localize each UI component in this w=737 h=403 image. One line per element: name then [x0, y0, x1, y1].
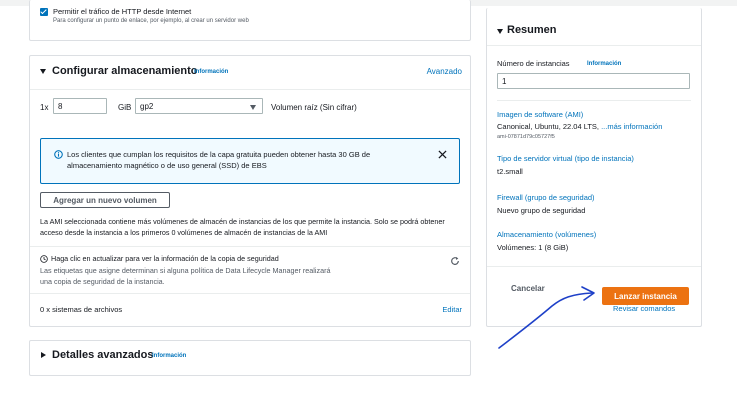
ami-value-row: Canonical, Ubuntu, 22.04 LTS, ...más inf… [497, 122, 662, 131]
storage-info-link[interactable]: Información [194, 69, 228, 75]
chevron-down-icon [250, 105, 256, 110]
expand-caret-icon[interactable] [41, 352, 46, 358]
edit-filesystems-link[interactable]: Editar [442, 305, 462, 314]
free-tier-alert-text: Los clientes que cumplan los requisitos … [67, 150, 371, 170]
volume-unit: GiB [118, 103, 132, 112]
backup-title: Haga clic en actualizar para ver la info… [51, 254, 279, 263]
instance-type-label-link[interactable]: Tipo de servidor virtual (tipo de instan… [497, 154, 634, 163]
instances-info-link[interactable]: Información [587, 61, 621, 67]
ami-label-link[interactable]: Imagen de software (AMI) [497, 110, 583, 119]
http-checkbox-description: Para configurar un punto de enlace, por … [53, 18, 249, 24]
summary-title: Resumen [507, 24, 557, 36]
summary-divider [497, 100, 691, 101]
ami-volumes-note: La AMI seleccionada contiene más volúmen… [40, 217, 445, 237]
volume-multiplier: 1x [40, 103, 49, 112]
summary-caret-icon[interactable] [497, 29, 503, 34]
instances-input[interactable]: 1 [497, 73, 690, 89]
add-volume-button[interactable]: Agregar un nuevo volumen [40, 192, 170, 208]
volume-type-value: gp2 [140, 101, 154, 111]
advanced-link[interactable]: Avanzado [427, 67, 462, 76]
collapse-caret-icon[interactable] [40, 69, 46, 74]
http-checkbox-label: Permitir el tráfico de HTTP desde Intern… [53, 7, 192, 16]
instances-label: Número de instancias [497, 59, 570, 68]
launch-instance-label: Lanzar instancia [614, 291, 677, 301]
volume-type-select[interactable]: gp2 [135, 98, 263, 114]
storage-title: Configurar almacenamiento [52, 65, 198, 77]
add-volume-label: Agregar un nuevo volumen [53, 195, 157, 205]
instance-type-value: t2.small [497, 167, 523, 176]
launch-instance-button[interactable]: Lanzar instancia [602, 287, 689, 305]
ami-id: ami-07871d79c05727f5 [497, 134, 555, 140]
close-icon[interactable] [438, 150, 447, 159]
volume-size-input[interactable]: 8 [53, 98, 107, 114]
summary-panel: Resumen Número de instancias Información… [486, 8, 702, 327]
ami-value: Canonical, Ubuntu, 22.04 LTS, [497, 122, 602, 131]
firewall-label-link[interactable]: Firewall (grupo de seguridad) [497, 193, 595, 202]
clock-icon [40, 255, 48, 263]
free-tier-alert: Los clientes que cumplan los requisitos … [40, 138, 460, 184]
advanced-info-link[interactable]: Información [152, 353, 186, 359]
cancel-button[interactable]: Cancelar [511, 284, 545, 293]
storage-label-link[interactable]: Almacenamiento (volúmenes) [497, 230, 596, 239]
ami-note-divider [30, 246, 470, 247]
volume-description: Volumen raíz (Sin cifrar) [271, 103, 357, 112]
ami-more-link[interactable]: ...más información [601, 122, 662, 131]
advanced-details-title: Detalles avanzados [52, 349, 154, 361]
summary-header-divider [487, 45, 701, 46]
review-commands-link[interactable]: Revisar comandos [613, 304, 675, 313]
storage-header-divider [30, 89, 470, 90]
backup-description: Las etiquetas que asigne determinan si a… [40, 266, 331, 286]
advanced-details-panel[interactable]: Detalles avanzados Información [29, 340, 471, 376]
info-circle-icon [54, 150, 63, 159]
filesystems-count: 0 x sistemas de archivos [40, 305, 123, 314]
storage-value: Volúmenes: 1 (8 GiB) [497, 243, 569, 252]
actions-divider [487, 266, 701, 267]
http-traffic-panel: Permitir el tráfico de HTTP desde Intern… [29, 0, 471, 41]
storage-panel: Configurar almacenamiento Información Av… [29, 55, 471, 327]
http-traffic-checkbox[interactable] [40, 8, 48, 16]
backup-divider [30, 293, 470, 294]
firewall-value: Nuevo grupo de seguridad [497, 206, 586, 215]
instances-value: 1 [502, 76, 507, 86]
volume-size-value: 8 [58, 101, 63, 111]
refresh-icon[interactable] [450, 256, 460, 266]
